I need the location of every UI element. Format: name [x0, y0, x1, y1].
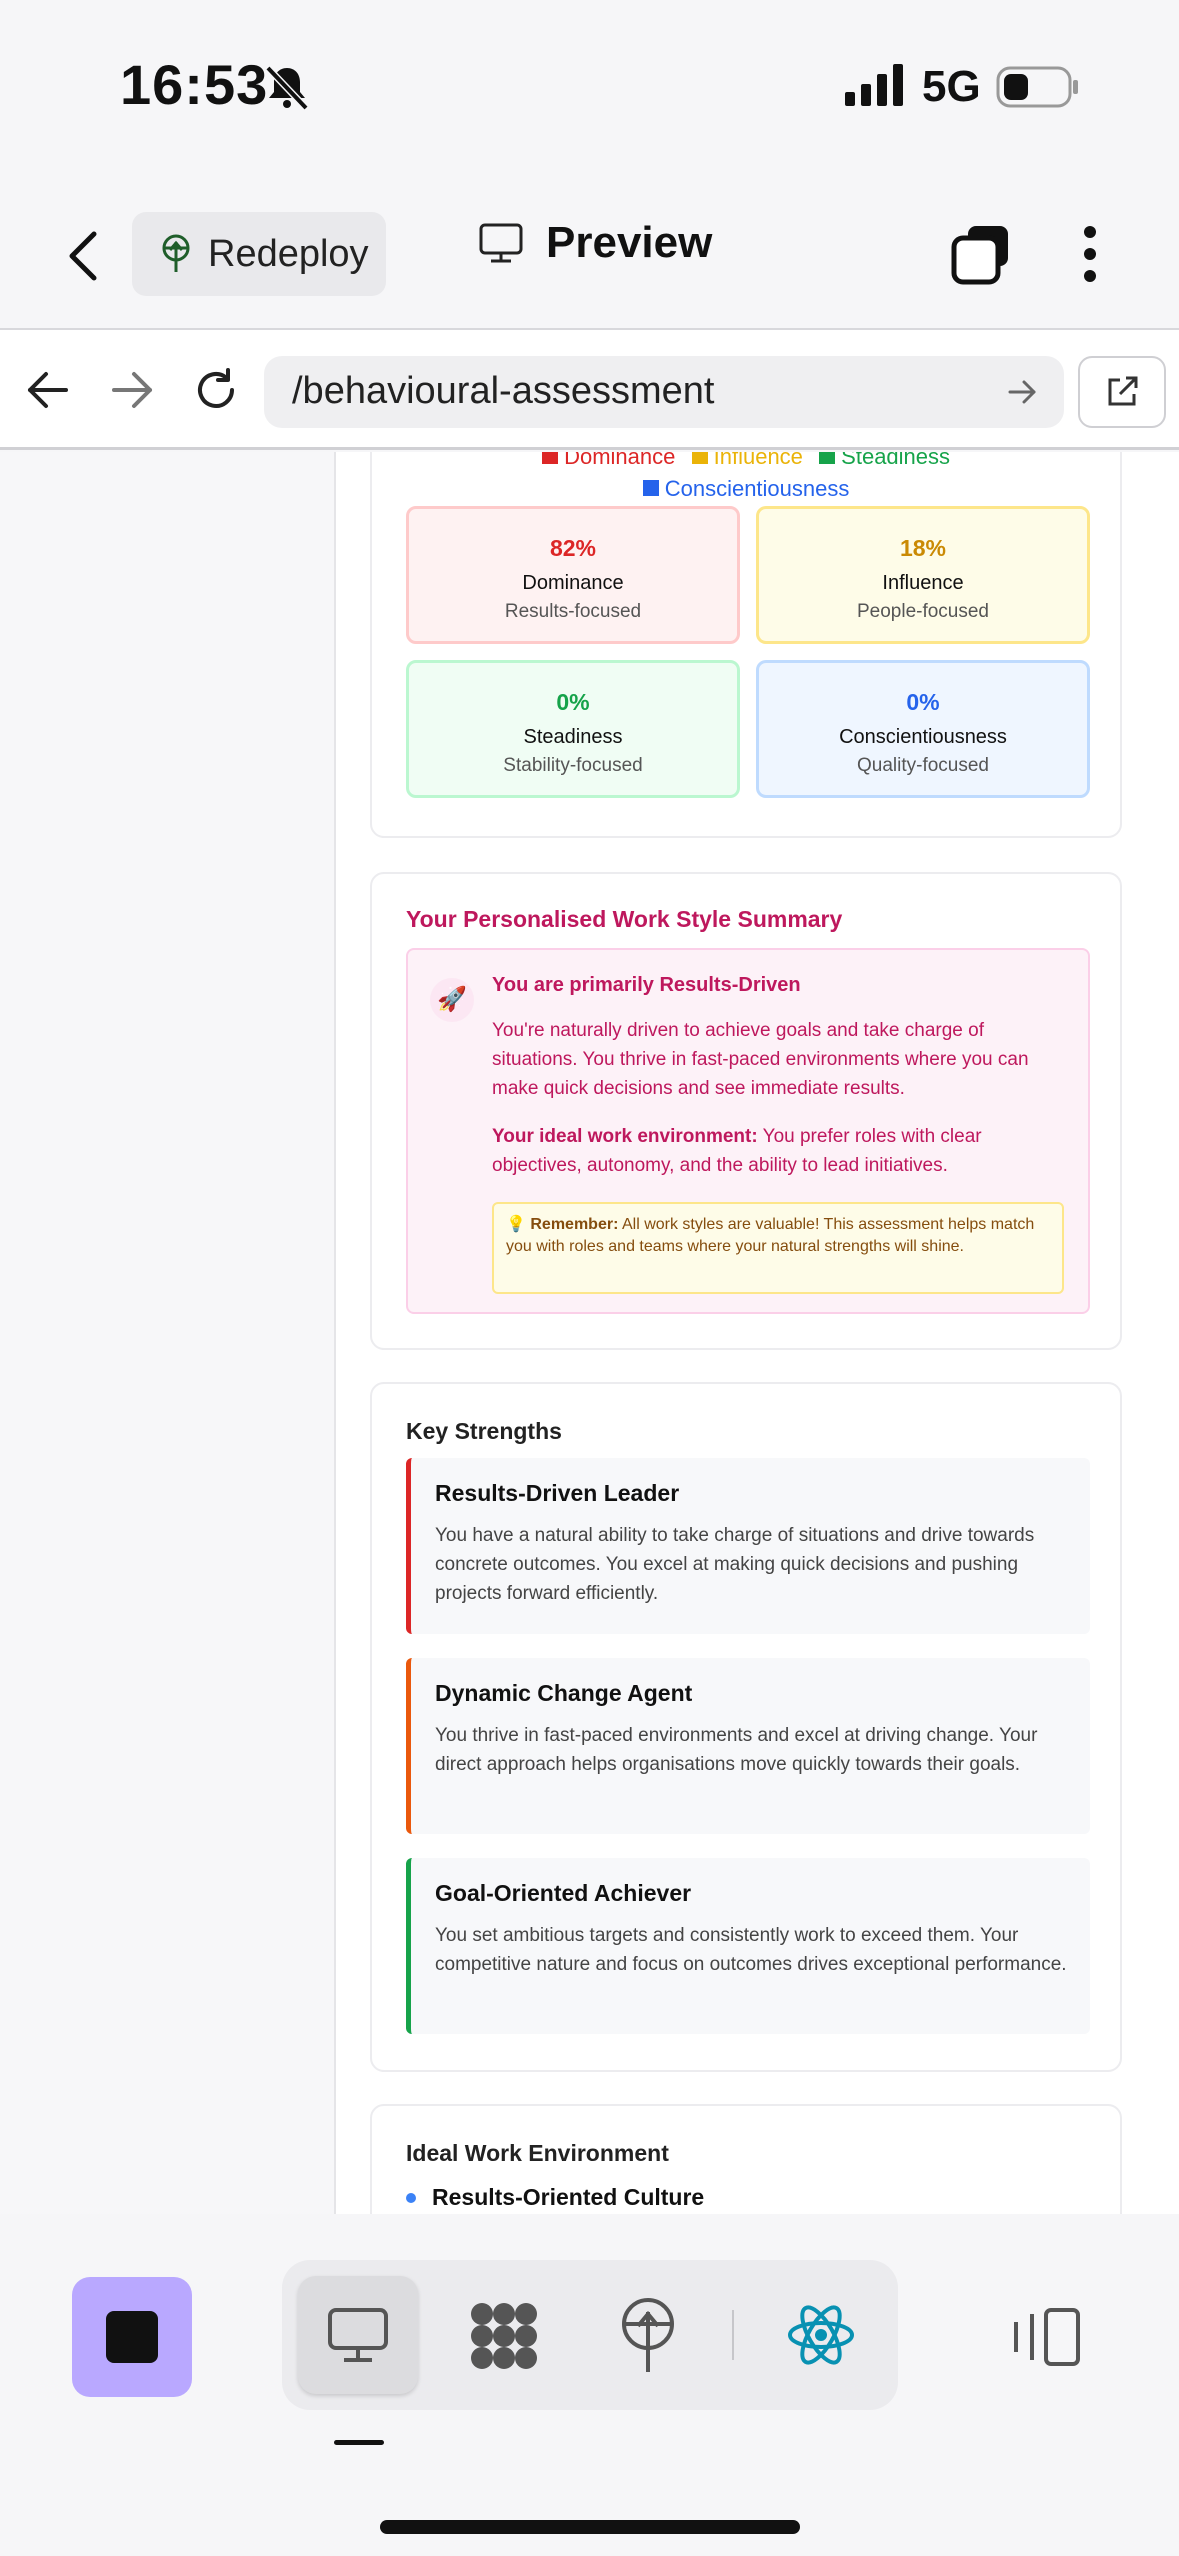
strength-title: Goal-Oriented Achiever [435, 1880, 692, 1906]
strength-title: Dynamic Change Agent [435, 1680, 693, 1706]
strength-description: You set ambitious targets and consistent… [435, 1925, 1067, 1975]
tile-steadiness: 0% Steadiness Stability-focused [406, 660, 740, 798]
work-style-summary-card: Your Personalised Work Style Summary 🚀 Y… [370, 872, 1122, 1350]
external-link-icon [1108, 376, 1138, 406]
signal-icon [845, 64, 903, 106]
tile-name: Dominance [522, 572, 624, 594]
monitor-icon [328, 2308, 388, 2362]
lightbulb-icon: 💡 [506, 1216, 526, 1233]
strength-title: Results-Driven Leader [435, 1480, 680, 1506]
stop-icon [106, 2311, 158, 2363]
more-vertical-icon[interactable] [1072, 224, 1108, 284]
tile-subtitle: Results-focused [504, 601, 642, 622]
ideal-environment-card: Ideal Work Environment Results-Oriented … [370, 2104, 1122, 2214]
page-preview: Dominance Influence Steadiness Conscient… [0, 452, 1179, 2214]
workflow-icon[interactable] [466, 2298, 542, 2374]
strength-item: Goal-Oriented Achiever You set ambitious… [406, 1858, 1090, 2034]
key-strengths-card: Key Strengths Results-Driven Leader You … [370, 1382, 1122, 2072]
legend-conscientiousness: Conscientiousness [664, 476, 850, 501]
tile-name: Influence [882, 572, 964, 594]
legend-dominance: Dominance [564, 452, 676, 468]
tile-subtitle: Stability-focused [503, 755, 643, 776]
summary-title: Your Personalised Work Style Summary [406, 906, 843, 932]
remember-note: 💡 Remember: All work styles are valuable… [492, 1202, 1064, 1294]
bottom-dock [0, 2214, 1179, 2556]
tile-percent: 82% [549, 535, 597, 561]
active-tab-indicator [334, 2440, 384, 2445]
chart-legend-row2: Conscientiousness [372, 476, 1120, 502]
tile-dominance: 82% Dominance Results-focused [406, 506, 740, 644]
back-chevron-icon[interactable] [64, 228, 104, 284]
dock-divider [732, 2310, 734, 2360]
preview-label: Preview [546, 218, 713, 267]
tile-subtitle: People-focused [856, 601, 990, 622]
battery-icon [996, 66, 1078, 108]
reload-icon[interactable] [192, 366, 240, 414]
bullet-dot [406, 2192, 416, 2203]
ideal-environment-label: Your ideal work environment: [492, 1126, 758, 1147]
go-arrow-icon[interactable] [1008, 378, 1038, 406]
tile-percent: 18% [899, 535, 947, 561]
redeploy-icon [162, 234, 190, 272]
browser-toolbar: /behavioural-assessment [0, 330, 1179, 450]
strength-item: Dynamic Change Agent You thrive in fast-… [406, 1658, 1090, 1834]
environment-title: Ideal Work Environment [406, 2140, 669, 2166]
bell-muted-icon [265, 65, 309, 111]
deploy-icon[interactable] [616, 2296, 680, 2376]
layout-toggle-icon[interactable] [1010, 2306, 1082, 2368]
legend-steadiness: Steadiness [841, 452, 951, 468]
strength-description: You thrive in fast-paced environments an… [435, 1725, 1038, 1775]
status-time: 16:53 [120, 53, 269, 116]
legend-influence: Influence [713, 452, 803, 468]
tile-subtitle: Quality-focused [856, 755, 989, 776]
summary-body: You're naturally driven to achieve goals… [492, 1020, 1029, 1099]
environment-list-item: Results-Oriented Culture [406, 2184, 704, 2211]
environment-item-label: Results-Oriented Culture [432, 2184, 705, 2210]
tile-percent: 0% [906, 689, 940, 715]
browser-back-icon[interactable] [26, 370, 70, 410]
summary-box: 🚀 You are primarily Results-Driven You'r… [406, 948, 1090, 1314]
chart-legend: Dominance Influence Steadiness [372, 452, 1120, 468]
strengths-title: Key Strengths [406, 1418, 562, 1444]
sidebar [0, 452, 336, 2214]
preview-view-button[interactable] [298, 2276, 418, 2394]
home-indicator [380, 2520, 800, 2534]
remember-label: Remember: [530, 1216, 619, 1233]
rocket-icon: 🚀 [430, 978, 474, 1022]
app-toolbar: Redeploy Preview [0, 200, 1179, 330]
view-switcher [282, 2260, 898, 2410]
tile-conscientiousness: 0% Conscientiousness Quality-focused [756, 660, 1090, 798]
tile-percent: 0% [556, 689, 590, 715]
redeploy-button[interactable]: Redeploy [132, 212, 386, 296]
stop-button[interactable] [72, 2277, 192, 2397]
tile-name: Steadiness [523, 726, 623, 748]
network-label: 5G [922, 62, 981, 111]
disc-profile-card: Dominance Influence Steadiness Conscient… [370, 452, 1122, 838]
strength-description: You have a natural ability to take charg… [435, 1525, 1035, 1604]
browser-forward-icon[interactable] [110, 370, 154, 410]
url-field[interactable]: /behavioural-assessment [264, 356, 1064, 428]
monitor-icon [479, 223, 523, 263]
redeploy-label: Redeploy [208, 232, 369, 275]
open-external-button[interactable] [1078, 356, 1166, 428]
url-text: /behavioural-assessment [292, 370, 715, 412]
tile-influence: 18% Influence People-focused [756, 506, 1090, 644]
status-bar: 16:53 5G [0, 0, 1179, 170]
strength-item: Results-Driven Leader You have a natural… [406, 1458, 1090, 1634]
preview-tab[interactable]: Preview [478, 218, 712, 268]
react-icon[interactable] [786, 2300, 856, 2370]
ideal-environment-text: Your ideal work environment: You prefer … [492, 1122, 1052, 1180]
tabs-switcher-icon[interactable] [950, 222, 1014, 286]
summary-heading: You are primarily Results-Driven [492, 974, 801, 996]
tile-name: Conscientiousness [839, 726, 1007, 748]
